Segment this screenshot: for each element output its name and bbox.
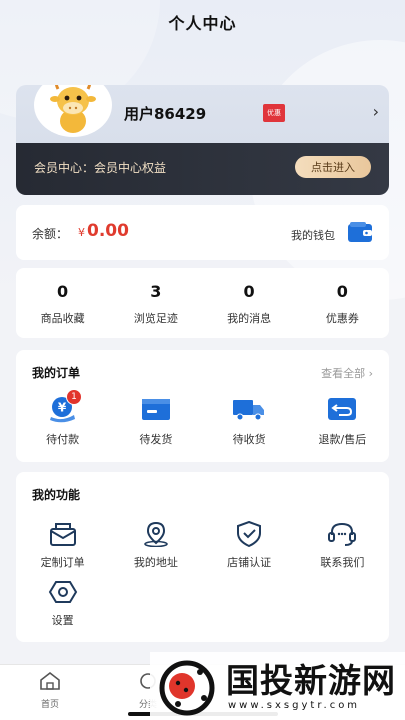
package-icon bbox=[141, 399, 170, 420]
stat-messages[interactable]: 0 我的消息 bbox=[203, 268, 296, 338]
stat-history[interactable]: 3 浏览足迹 bbox=[109, 268, 202, 338]
order-label: 退款/售后 bbox=[318, 433, 367, 446]
member-center-text: 会员中心：会员中心权益 bbox=[34, 161, 167, 175]
stat-label: 商品收藏 bbox=[40, 312, 85, 325]
orders-card: 我的订单 查看全部 › ¥ 1 待付款 待发货 待收货 退款/售后 bbox=[16, 350, 389, 462]
orders-title: 我的订单 bbox=[32, 366, 81, 380]
order-refund[interactable]: 退款/售后 bbox=[296, 395, 389, 447]
order-pending-payment[interactable]: ¥ 1 待付款 bbox=[16, 389, 109, 447]
watermark: 国投新游网 www.sxsgytr.com bbox=[150, 652, 405, 720]
function-label: 设置 bbox=[51, 614, 74, 627]
function-label: 联系我们 bbox=[320, 556, 365, 569]
stat-value: 0 bbox=[243, 282, 255, 301]
username: 用户86429 bbox=[124, 105, 207, 123]
function-custom-order[interactable]: 定制订单 bbox=[16, 520, 109, 578]
chevron-right-icon[interactable]: › bbox=[373, 102, 379, 121]
function-address[interactable]: 我的地址 bbox=[109, 520, 202, 578]
avatar[interactable] bbox=[34, 85, 112, 137]
member-enter-button[interactable]: 点击进入 bbox=[295, 156, 371, 178]
cow-mascot-icon bbox=[50, 85, 96, 133]
function-label: 定制订单 bbox=[40, 556, 85, 569]
function-settings[interactable]: 设置 bbox=[16, 578, 109, 636]
balance-amount: 0.00 bbox=[87, 221, 129, 241]
stat-value: 0 bbox=[57, 282, 69, 301]
function-label: 我的地址 bbox=[133, 556, 178, 569]
order-label: 待收货 bbox=[232, 433, 266, 446]
currency-symbol: ¥ bbox=[78, 226, 85, 239]
stat-favorites[interactable]: 0 商品收藏 bbox=[16, 268, 109, 338]
page-title: 个人中心 bbox=[168, 14, 237, 33]
order-label: 待发货 bbox=[139, 433, 173, 446]
watermark-title: 国投新游网 bbox=[226, 661, 396, 700]
balance-value: ¥0.00 bbox=[78, 221, 129, 241]
refund-icon bbox=[328, 398, 357, 420]
headset-icon bbox=[328, 522, 357, 546]
stat-label: 浏览足迹 bbox=[133, 312, 178, 325]
stat-coupons[interactable]: 0 优惠券 bbox=[296, 268, 389, 338]
watermark-url: www.sxsgytr.com bbox=[228, 700, 361, 711]
vip-badge: 优惠 bbox=[263, 104, 285, 122]
stats-card: 0 商品收藏 3 浏览足迹 0 我的消息 0 优惠券 bbox=[16, 268, 389, 338]
watermark-logo-icon bbox=[159, 660, 215, 716]
truck-icon bbox=[233, 400, 265, 421]
functions-card: 我的功能 定制订单 我的地址 店铺认证 联系我们 设置 bbox=[16, 472, 389, 642]
order-label: 待付款 bbox=[46, 433, 80, 446]
tab-home[interactable]: 首页 bbox=[20, 671, 80, 710]
wallet-link[interactable]: 我的钱包 bbox=[291, 227, 335, 243]
tab-label: 首页 bbox=[40, 700, 59, 710]
balance-card: 余额： ¥0.00 我的钱包 bbox=[16, 205, 389, 260]
custom-order-icon bbox=[49, 523, 76, 546]
function-store-verify[interactable]: 店铺认证 bbox=[203, 520, 296, 578]
functions-title: 我的功能 bbox=[32, 488, 81, 502]
settings-icon bbox=[48, 581, 77, 603]
svg-text:¥: ¥ bbox=[57, 401, 66, 415]
member-center-bar: 会员中心：会员中心权益 点击进入 bbox=[16, 143, 389, 195]
home-icon bbox=[40, 671, 60, 690]
order-pending-receipt[interactable]: 待收货 bbox=[203, 395, 296, 447]
order-count-badge: 1 bbox=[66, 389, 82, 405]
stat-value: 0 bbox=[336, 282, 348, 301]
location-icon bbox=[144, 521, 168, 547]
stat-label: 优惠券 bbox=[325, 312, 359, 325]
function-label: 店铺认证 bbox=[227, 556, 272, 569]
balance-label: 余额： bbox=[32, 227, 69, 241]
shield-check-icon bbox=[237, 521, 262, 547]
stat-value: 3 bbox=[150, 282, 162, 301]
function-contact[interactable]: 联系我们 bbox=[296, 520, 389, 578]
stat-label: 我的消息 bbox=[227, 312, 272, 325]
see-all-orders-link[interactable]: 查看全部 › bbox=[321, 365, 373, 381]
profile-card[interactable]: 用户86429 优惠 › 会员中心：会员中心权益 点击进入 bbox=[16, 85, 389, 195]
wallet-icon[interactable] bbox=[347, 221, 373, 243]
order-pending-shipment[interactable]: 待发货 bbox=[109, 395, 202, 447]
